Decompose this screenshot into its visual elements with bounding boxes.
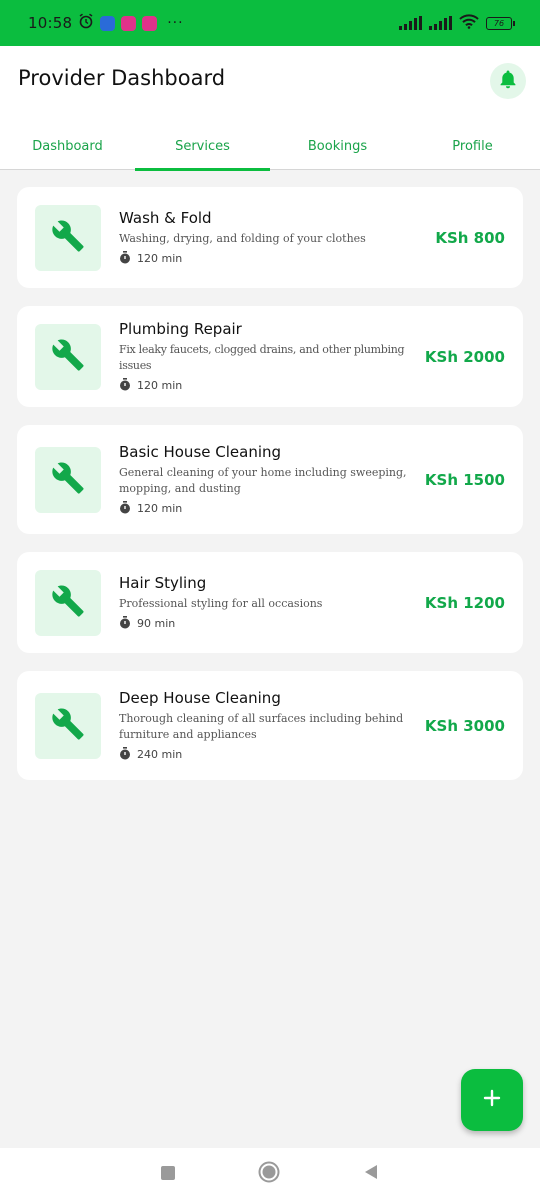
service-card[interactable]: Plumbing Repair Fix leaky faucets, clogg… [17,306,523,407]
service-name: Plumbing Repair [119,319,242,338]
battery-level: 76 [493,18,505,28]
services-list: Wash & Fold Washing, drying, and folding… [17,187,523,798]
service-duration-text: 120 min [137,379,183,392]
messenger-app-icon [100,15,116,31]
system-nav-bar [0,1148,540,1200]
service-duration-text: 120 min [137,502,183,515]
status-left: 10:58 ··· [28,13,184,33]
service-details: Plumbing Repair Fix leaky faucets, clogg… [101,320,425,394]
status-time: 10:58 [28,14,73,32]
square-recents-icon [161,1165,176,1180]
alarm-icon [78,13,94,33]
service-price: KSh 800 [435,228,505,247]
instagram-app-icon-2 [142,15,158,31]
instagram-app-icon [121,15,137,31]
app-bar: Provider Dashboard Dashboard Services Bo… [0,46,540,171]
service-name: Deep House Cleaning [119,688,281,707]
service-description: Washing, drying, and folding of your clo… [119,231,366,245]
triangle-back-icon [364,1165,377,1179]
service-duration-text: 90 min [137,617,176,630]
service-icon-tile [35,446,101,513]
home-button[interactable] [258,1161,280,1187]
timer-icon [119,377,131,394]
timer-icon [119,615,131,632]
service-card[interactable]: Hair Styling Professional styling for al… [17,552,523,653]
back-button[interactable] [363,1164,379,1184]
notification-bell-icon [499,69,517,93]
add-service-button[interactable] [461,1069,523,1131]
wrench-icon [51,338,85,376]
wrench-icon [51,219,85,257]
service-name: Wash & Fold [119,208,212,227]
wrench-icon [51,461,85,499]
service-duration: 120 min [119,250,429,267]
service-card[interactable]: Deep House Cleaning Thorough cleaning of… [17,671,523,780]
service-description: General cleaning of your home including … [119,465,407,495]
service-duration-text: 120 min [137,252,183,265]
page-title: Provider Dashboard [18,66,226,90]
service-icon-tile [35,569,101,636]
service-card[interactable]: Basic House Cleaning General cleaning of… [17,425,523,534]
wrench-icon [51,584,85,622]
notifications-button[interactable] [490,63,526,99]
recents-button[interactable] [161,1165,176,1184]
signal-icon-2 [429,16,452,30]
wrench-icon [51,707,85,745]
tab-dashboard[interactable]: Dashboard [0,124,135,170]
circle-home-icon [258,1161,280,1183]
service-details: Deep House Cleaning Thorough cleaning of… [101,689,425,763]
battery-icon: 76 [486,16,515,30]
service-description: Professional styling for all occasions [119,596,323,610]
service-duration: 90 min [119,615,419,632]
service-card[interactable]: Wash & Fold Washing, drying, and folding… [17,187,523,288]
service-icon-tile [35,692,101,759]
service-description: Fix leaky faucets, clogged drains, and o… [119,342,405,372]
service-price: KSh 2000 [424,347,505,366]
service-details: Basic House Cleaning General cleaning of… [101,443,425,517]
signal-icon [399,16,422,30]
service-price: KSh 1200 [424,593,505,612]
timer-icon [119,500,131,517]
service-icon-tile [35,204,101,271]
tab-profile[interactable]: Profile [405,124,540,170]
tab-services[interactable]: Services [135,124,270,171]
service-details: Wash & Fold Washing, drying, and folding… [101,209,435,267]
timer-icon [119,250,131,267]
service-price: KSh 1500 [424,470,505,489]
service-details: Hair Styling Professional styling for al… [101,574,425,632]
service-duration: 120 min [119,500,419,517]
service-icon-tile [35,323,101,390]
wifi-icon [459,13,479,33]
service-duration: 240 min [119,746,419,763]
service-duration: 120 min [119,377,419,394]
timer-icon [119,746,131,763]
status-bar: 10:58 ··· 76 [0,0,540,46]
status-right: 76 [399,13,515,33]
service-name: Hair Styling [119,573,207,592]
plus-icon [482,1088,502,1112]
service-price: KSh 3000 [424,716,505,735]
more-notifications-indicator: ··· [167,15,184,31]
service-duration-text: 240 min [137,748,183,761]
service-description: Thorough cleaning of all surfaces includ… [119,711,404,741]
tab-bookings[interactable]: Bookings [270,124,405,170]
tab-bar: Dashboard Services Bookings Profile [0,124,540,171]
service-name: Basic House Cleaning [119,442,282,461]
